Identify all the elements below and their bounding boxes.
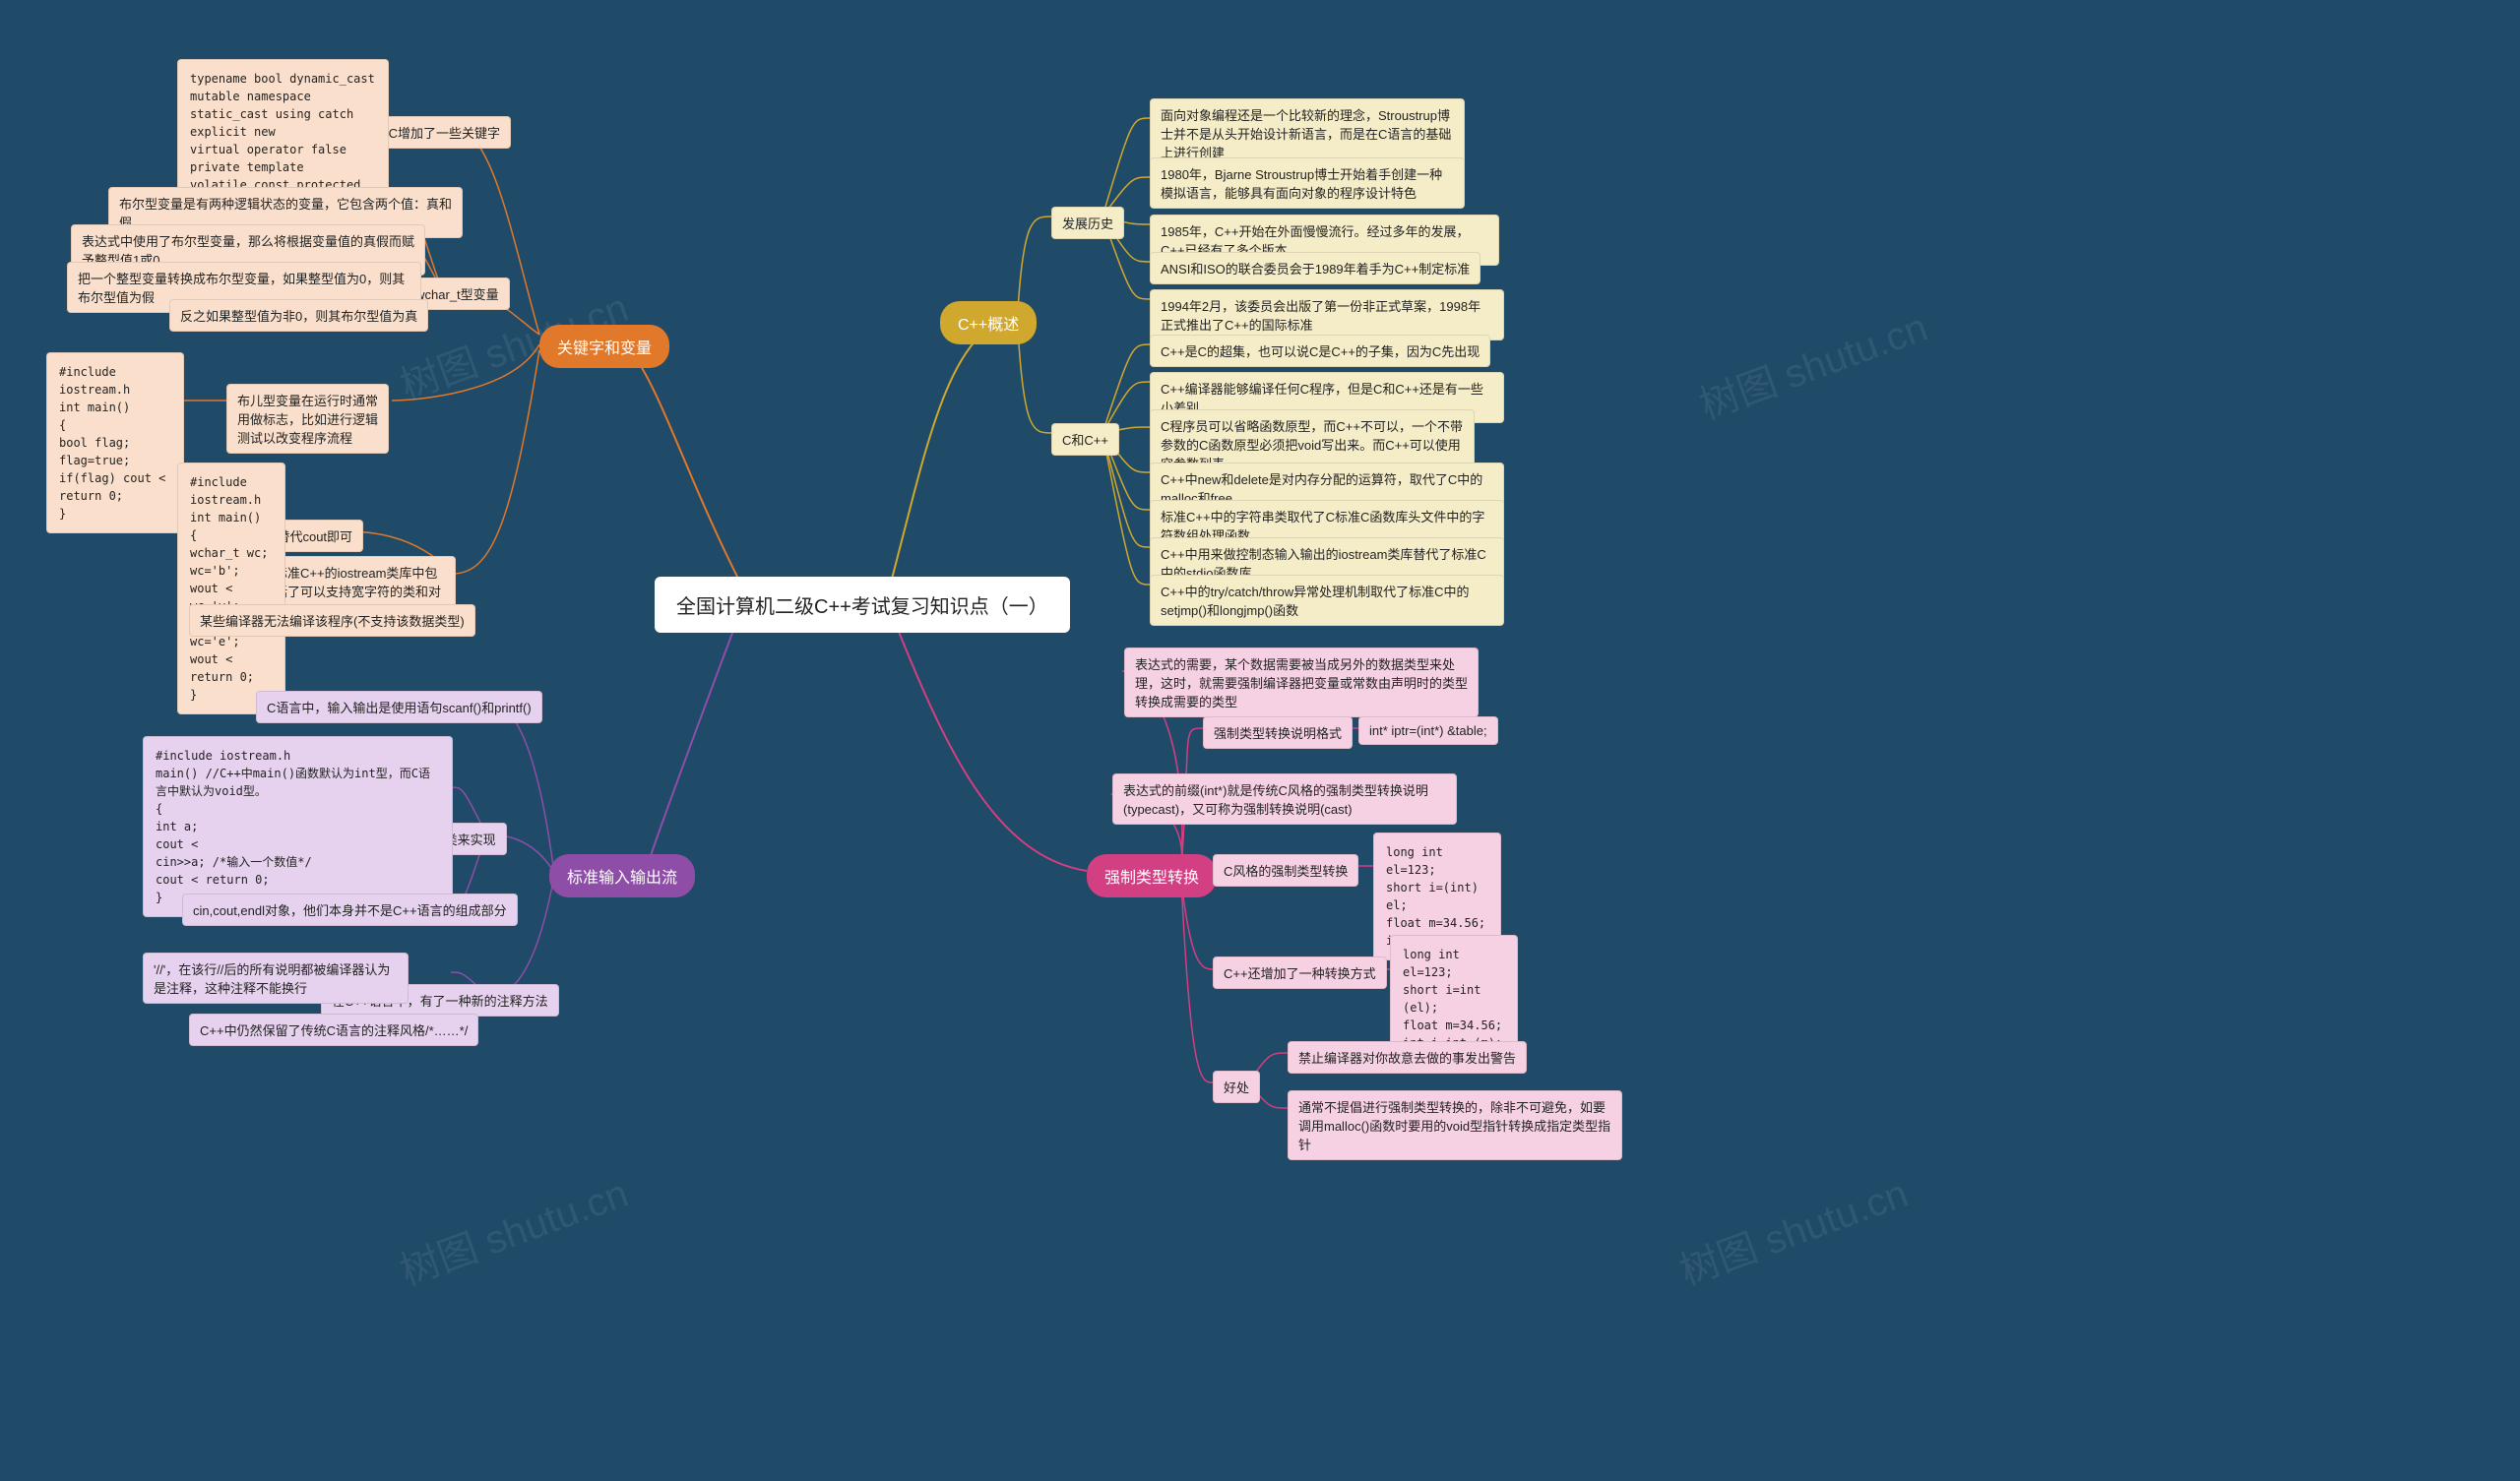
cat-keywords[interactable]: 关键字和变量: [539, 325, 669, 368]
io-comment-1: C++中仍然保留了传统C语言的注释风格/*……*/: [189, 1014, 478, 1046]
bool-item-3: 反之如果整型值为非0，则其布尔型值为真: [169, 299, 428, 332]
watermark: 树图 shutu.cn: [391, 1161, 635, 1296]
casting-benefit-0: 禁止编译器对你故意去做的事发出警告: [1288, 1041, 1527, 1074]
watermark: 树图 shutu.cn: [1690, 295, 1934, 430]
casting-intro: 表达式的需要，某个数据需要被当成另外的数据类型来处理，这时，就需要强制编译器把变…: [1124, 648, 1479, 717]
candcpp-item-0: C++是C的超集，也可以说C是C++的子集，因为C先出现: [1150, 335, 1490, 367]
root-node[interactable]: 全国计算机二级C++考试复习知识点（一）: [655, 577, 1070, 633]
history-item-4: 1994年2月，该委员会出版了第一份非正式草案，1998年正式推出了C++的国际…: [1150, 289, 1504, 340]
wchar-code: #include iostream.h int main() { wchar_t…: [177, 463, 285, 714]
casting-benefit-label: 好处: [1213, 1071, 1260, 1103]
wchar-note: 某些编译器无法编译该程序(不支持该数据类型): [189, 604, 475, 637]
io-c: C语言中，输入输出是使用语句scanf()和printf(): [256, 691, 542, 723]
cat-overview[interactable]: C++概述: [940, 301, 1037, 344]
candcpp-item-6: C++中的try/catch/throw异常处理机制取代了标准C中的setjmp…: [1150, 575, 1504, 626]
history-label: 发展历史: [1051, 207, 1124, 239]
history-item-3: ANSI和ISO的联合委员会于1989年着手为C++制定标准: [1150, 252, 1480, 284]
io-cpp-code: #include iostream.h main() //C++中main()函…: [143, 736, 453, 917]
bool-flag-code: #include iostream.h int main() { bool fl…: [46, 352, 184, 533]
bool-flag-desc: 布儿型变量在运行时通常用做标志，比如进行逻辑测试以改变程序流程: [226, 384, 389, 454]
watermark: 树图 shutu.cn: [1670, 1161, 1915, 1296]
casting-format-code: int* iptr=(int*) &table;: [1358, 716, 1498, 745]
history-item-1: 1980年，Bjarne Stroustrup博士开始着手创建一种模拟语言，能够…: [1150, 157, 1465, 209]
casting-cstyle-label: C风格的强制类型转换: [1213, 854, 1358, 887]
io-cpp-note: cin,cout,endl对象，他们本身并不是C++语言的组成部分: [182, 894, 518, 926]
casting-benefit-1: 通常不提倡进行强制类型转换的，除非不可避免，如要调用malloc()函数时要用的…: [1288, 1090, 1622, 1160]
candcpp-label: C和C++: [1051, 423, 1119, 456]
io-comment-0: '//'，在该行//后的所有说明都被编译器认为是注释，这种注释不能换行: [143, 953, 409, 1004]
casting-cppcast-label: C++还增加了一种转换方式: [1213, 956, 1387, 989]
casting-typecast: 表达式的前缀(int*)就是传统C风格的强制类型转换说明(typecast)，又…: [1112, 773, 1457, 825]
cat-casting[interactable]: 强制类型转换: [1087, 854, 1217, 897]
cat-io[interactable]: 标准输入输出流: [549, 854, 695, 897]
casting-format-label: 强制类型转换说明格式: [1203, 716, 1353, 749]
